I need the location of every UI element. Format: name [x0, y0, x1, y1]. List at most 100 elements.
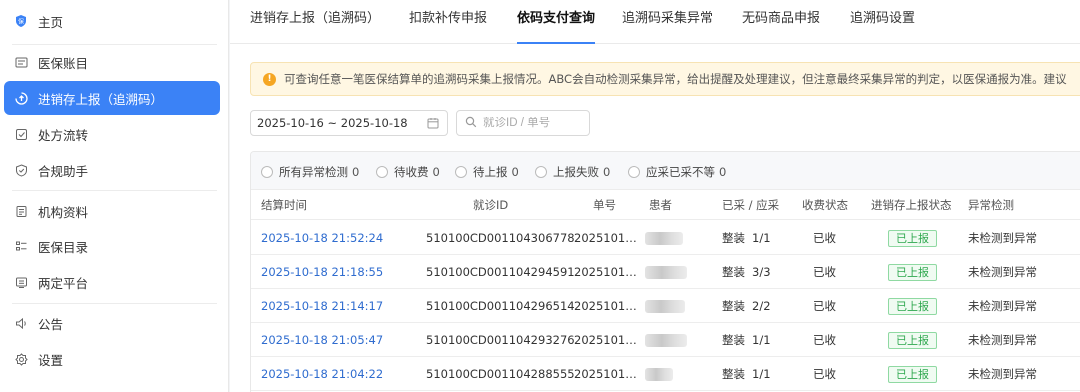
order-no: 2025101…	[574, 231, 637, 245]
col-patient: 患者	[649, 198, 672, 212]
date-range-value: 2025-10-16 ~ 2025-10-18	[257, 116, 408, 130]
col-visit-id: 就诊ID	[473, 198, 509, 212]
settle-time-link[interactable]: 2025-10-18 21:14:17	[261, 289, 383, 323]
patient-name-redacted	[645, 334, 687, 347]
ledger-icon	[14, 55, 28, 69]
status-badge: 已上报	[888, 264, 937, 281]
filter-report-failed[interactable]: 上报失败 0	[535, 164, 610, 180]
visit-id: 510100CD001104306778	[426, 231, 575, 245]
sidebar-item-compliance[interactable]: 合规助手	[4, 153, 220, 187]
sidebar-item-inventory-report[interactable]: 进销存上报（追溯码）	[4, 81, 220, 115]
filter-label: 所有异常检测	[279, 165, 348, 179]
shield-check-icon	[14, 163, 28, 177]
patient-name-redacted	[645, 266, 687, 279]
collected-ratio: 1/1	[752, 367, 771, 381]
filter-count: 0	[352, 165, 360, 179]
visit-id: 510100CD001104288555	[426, 367, 575, 381]
visit-id: 510100CD001104294591	[426, 265, 575, 279]
settle-time-link[interactable]: 2025-10-18 21:52:24	[261, 221, 383, 255]
charge-status: 已收	[813, 265, 836, 279]
table-row[interactable]: 2025-10-18 21:52:24 510100CD001104306778…	[251, 221, 1080, 255]
order-no: 2025101…	[574, 367, 637, 381]
anomaly-result: 未检测到异常	[968, 265, 1037, 279]
date-range-picker[interactable]: 2025-10-16 ~ 2025-10-18	[250, 110, 448, 136]
tab-code-payment-query[interactable]: 依码支付查询	[517, 0, 596, 44]
tab-collection-anomaly[interactable]: 追溯码采集异常	[622, 0, 713, 44]
tab-deduction-resubmit[interactable]: 扣款补传申报	[409, 0, 487, 44]
anomaly-result: 未检测到异常	[968, 299, 1037, 313]
sidebar-item-label: 医保目录	[38, 239, 89, 255]
patient-name-redacted	[645, 300, 685, 313]
col-collected: 已采 / 应采	[722, 198, 780, 212]
sidebar-item-label: 进销存上报（追溯码）	[38, 91, 164, 107]
tab-uncoded-goods[interactable]: 无码商品申报	[742, 0, 820, 44]
sidebar-item-institution[interactable]: 机构资料	[4, 194, 220, 228]
sidebar-item-ledger[interactable]: 医保账目	[4, 45, 220, 79]
tab-trace-settings[interactable]: 追溯码设置	[850, 0, 915, 44]
checklist-icon	[14, 127, 28, 141]
anomaly-result: 未检测到异常	[968, 231, 1037, 245]
settle-time-link[interactable]: 2025-10-18 21:04:22	[261, 357, 383, 391]
sidebar-item-label: 处方流转	[38, 127, 89, 143]
tab-bar: 进销存上报（追溯码） 扣款补传申报 依码支付查询 追溯码采集异常 无码商品申报 …	[230, 0, 1080, 44]
table-row[interactable]: 2025-10-18 21:04:22 510100CD001104288555…	[251, 357, 1080, 391]
main-panel: 进销存上报（追溯码） 扣款补传申报 依码支付查询 追溯码采集异常 无码商品申报 …	[230, 0, 1080, 392]
search-input[interactable]	[483, 117, 583, 129]
patient-name-redacted	[645, 368, 673, 381]
sidebar-item-platform[interactable]: 两定平台	[4, 265, 220, 299]
radio-icon	[628, 166, 640, 178]
info-notice: ! 可查询任意一笔医保结算单的追溯码采集上报情况。ABC会自动检测采集异常，给出…	[250, 62, 1080, 96]
shield-logo-icon: 保	[14, 14, 28, 28]
sidebar-divider	[12, 190, 217, 191]
filter-pending-charge[interactable]: 待收费 0	[376, 164, 440, 180]
status-badge: 已上报	[888, 230, 937, 247]
sidebar-item-prescription[interactable]: 处方流转	[4, 117, 220, 151]
order-no: 2025101…	[574, 265, 637, 279]
anomaly-result: 未检测到异常	[968, 367, 1037, 381]
pack-type: 整装	[722, 265, 745, 279]
sidebar: 保 主页 医保账目 进销存上报（追溯码） 处方流转 合规助手 机构资料 医保目录…	[0, 0, 229, 392]
settle-time-link[interactable]: 2025-10-18 21:05:47	[261, 323, 383, 357]
svg-text:保: 保	[18, 18, 24, 26]
table-header: 结算时间 就诊ID 单号 患者 已采 / 应采 收费状态 进销存上报状态 异常检…	[251, 190, 1080, 220]
filter-count-mismatch[interactable]: 应采已采不等 0	[628, 164, 726, 180]
filter-bar: 所有异常检测 0 待收费 0 待上报 0 上报失败 0 应采已采不等 0	[251, 152, 1080, 190]
charge-status: 已收	[813, 367, 836, 381]
calendar-icon	[427, 117, 439, 132]
patient-name-redacted	[645, 232, 683, 245]
settle-time-link[interactable]: 2025-10-18 21:18:55	[261, 255, 383, 289]
sidebar-item-home[interactable]: 保 主页	[4, 4, 220, 38]
sidebar-item-label: 设置	[38, 352, 64, 368]
sidebar-item-label: 主页	[38, 14, 64, 30]
sidebar-item-label: 公告	[38, 316, 64, 332]
radio-icon	[535, 166, 547, 178]
table-row[interactable]: 2025-10-18 21:05:47 510100CD001104293276…	[251, 323, 1080, 357]
collected-ratio: 2/2	[752, 299, 771, 313]
pack-type: 整装	[722, 367, 745, 381]
filter-label: 应采已采不等	[646, 165, 715, 179]
charge-status: 已收	[813, 333, 836, 347]
radio-icon	[261, 166, 273, 178]
document-icon	[14, 204, 28, 218]
status-badge: 已上报	[888, 366, 937, 383]
col-anomaly: 异常检测	[968, 198, 1014, 212]
sidebar-item-label: 机构资料	[38, 204, 89, 220]
table-row[interactable]: 2025-10-18 21:18:55 510100CD001104294591…	[251, 255, 1080, 289]
filter-all-anomaly[interactable]: 所有异常检测 0	[261, 164, 359, 180]
table-row[interactable]: 2025-10-18 21:14:17 510100CD001104296514…	[251, 289, 1080, 323]
order-no: 2025101…	[574, 299, 637, 313]
sidebar-item-label: 合规助手	[38, 163, 89, 179]
status-badge: 已上报	[888, 332, 937, 349]
radio-icon	[455, 166, 467, 178]
search-field[interactable]	[456, 110, 590, 136]
upload-icon	[14, 91, 28, 105]
sidebar-item-catalog[interactable]: 医保目录	[4, 229, 220, 263]
tab-inventory-report[interactable]: 进销存上报（追溯码）	[250, 0, 380, 44]
sidebar-item-announcement[interactable]: 公告	[4, 306, 220, 340]
filter-pending-report[interactable]: 待上报 0	[455, 164, 519, 180]
status-badge: 已上报	[888, 298, 937, 315]
sidebar-item-settings[interactable]: 设置	[4, 342, 220, 376]
filter-count: 0	[719, 165, 727, 179]
warning-icon: !	[263, 72, 276, 86]
collected-ratio: 1/1	[752, 333, 771, 347]
